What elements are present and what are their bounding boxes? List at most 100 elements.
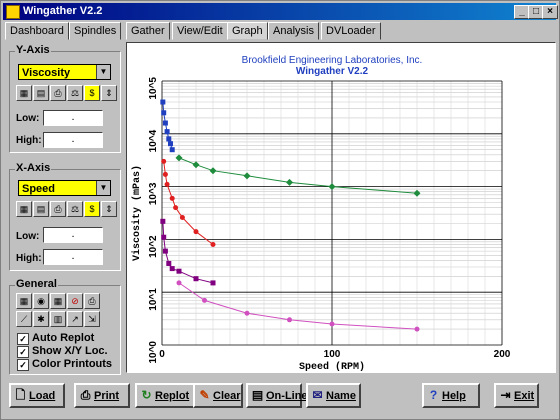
trend-icon[interactable]: ↗	[67, 311, 83, 327]
tab-spindles[interactable]: Spindles	[69, 22, 122, 40]
scale-icon[interactable]: ⚖	[67, 201, 83, 217]
title-bar: Wingather V2.2 _ □ ×	[3, 3, 558, 20]
general-label: General	[15, 278, 58, 290]
x-tick-label: 100	[324, 349, 341, 360]
show-xy-loc-checkbox[interactable]: ✓ Show X/Y Loc.	[17, 345, 108, 358]
table-icon[interactable]: ▤	[33, 85, 49, 101]
clear-button[interactable]: ✎ Clear	[193, 383, 243, 408]
exit-button[interactable]: ⇥ Exit	[494, 383, 539, 408]
load-button[interactable]: 🗋 Load	[9, 383, 65, 408]
on-line-button[interactable]: ▤ On-Line	[246, 383, 308, 408]
data-point	[164, 181, 170, 187]
y-axis-toolbar: ▦ ▤ ⎙ ⚖ $ ⇕	[16, 85, 117, 101]
question-icon: ?	[429, 388, 438, 402]
y-tick-label: 10^4	[148, 129, 159, 152]
check-icon: ✓	[17, 359, 29, 371]
auto-replot-checkbox[interactable]: ✓ Auto Replot	[17, 332, 94, 345]
y-tick-label: 10^5	[148, 77, 159, 100]
tab-analysis[interactable]: Analysis	[268, 22, 319, 40]
data-point	[210, 280, 216, 286]
tab-dashboard[interactable]: Dashboard	[5, 22, 69, 40]
general-toolbar-row1: ▦ ◉ ▦ ⊘ ⎙	[16, 293, 100, 309]
color-wheel-icon[interactable]: ◉	[33, 293, 49, 309]
spinner-icon[interactable]: ⇕	[101, 85, 117, 101]
y-tick-label: 10^2	[148, 235, 159, 258]
close-button[interactable]: ×	[542, 5, 558, 19]
y-tick-label: 10^3	[148, 182, 159, 205]
viscosity-chart[interactable]: 0 100 200 10^0 10^1 10^2 10^3 10^4 10^5 Brookfiel…	[127, 43, 555, 373]
replot-button[interactable]: ↻ Replot	[135, 383, 195, 408]
document-icon: 🗋	[15, 388, 26, 402]
print-button[interactable]: ⎙ Print	[74, 383, 130, 408]
x-high-input[interactable]: .	[43, 249, 103, 265]
no-symbol-icon[interactable]: ⊘	[67, 293, 83, 309]
data-point	[414, 326, 420, 332]
grid-icon[interactable]: ▦	[16, 201, 32, 217]
chevron-down-icon: ▼	[96, 181, 110, 195]
data-point	[160, 218, 166, 224]
replot-icon: ↻	[141, 388, 152, 402]
grid-icon[interactable]: ▦	[16, 293, 32, 309]
chart-subtitle: Wingather V2.2	[296, 66, 369, 77]
general-toolbar-row2: ⟋ ✱ ▥ ↗ ⇲	[16, 311, 100, 327]
x-axis-select[interactable]: Speed ▼	[18, 180, 111, 196]
y-low-label: Low:	[16, 113, 40, 124]
data-point	[202, 297, 207, 303]
x-low-input[interactable]: .	[43, 227, 103, 243]
x-low-label: Low:	[16, 231, 40, 242]
printer-icon: ⎙	[80, 388, 91, 402]
y-axis-select[interactable]: Viscosity ▼	[18, 64, 111, 80]
tag-icon: ✉	[312, 388, 323, 402]
spinner-icon[interactable]: ⇕	[101, 201, 117, 217]
table-icon[interactable]: ▤	[33, 201, 49, 217]
data-point	[193, 229, 199, 235]
line-chart-icon[interactable]: ⟋	[16, 311, 32, 327]
chart-icon: ▤	[251, 388, 264, 402]
app-icon	[6, 5, 20, 19]
help-button[interactable]: ? Help	[422, 383, 480, 408]
data-point	[166, 136, 172, 142]
tab-graph[interactable]: Graph	[227, 22, 268, 40]
data-point	[287, 317, 292, 323]
tab-view-edit[interactable]: View/Edit	[172, 22, 228, 40]
grid-icon[interactable]: ▦	[16, 85, 32, 101]
name-button[interactable]: ✉ Name	[306, 383, 361, 408]
printer-icon[interactable]: ⎙	[50, 85, 66, 101]
tab-gather[interactable]: Gather	[126, 22, 170, 40]
x-tick-label: 200	[494, 349, 511, 360]
data-point	[162, 171, 168, 177]
plot-frame: 0 100 200 10^0 10^1 10^2 10^3 10^4 10^5 Brookfiel…	[126, 42, 556, 373]
chevron-down-icon: ▼	[96, 65, 110, 79]
y-axis-title: Viscosity (mPas)	[131, 165, 143, 261]
check-icon: ✓	[17, 333, 29, 345]
export-icon[interactable]: ⇲	[84, 311, 100, 327]
tab-dvloader[interactable]: DVLoader	[321, 22, 381, 40]
data-point	[179, 214, 185, 220]
y-tick-label: 10^0	[148, 341, 159, 364]
window-title: Wingather V2.2	[23, 5, 103, 17]
x-axis-label: X-Axis	[15, 162, 52, 174]
data-point	[161, 234, 167, 240]
grid-lines-icon[interactable]: ▦	[50, 293, 66, 309]
y-axis-label: Y-Axis	[15, 44, 51, 56]
data-point	[166, 260, 172, 266]
x-axis-title: Speed (RPM)	[299, 361, 365, 372]
log-scale-icon[interactable]: $	[84, 201, 100, 217]
chart-icon[interactable]: ▥	[50, 311, 66, 327]
scale-icon[interactable]: ⚖	[67, 85, 83, 101]
color-printouts-checkbox[interactable]: ✓ Color Printouts	[17, 358, 112, 371]
log-scale-icon[interactable]: $	[84, 85, 100, 101]
data-point	[244, 310, 250, 316]
marker-icon[interactable]: ✱	[33, 311, 49, 327]
printer-icon[interactable]: ⎙	[50, 201, 66, 217]
y-high-input[interactable]: .	[43, 132, 103, 148]
y-low-input[interactable]: .	[43, 110, 103, 126]
y-tick-label: 10^1	[148, 288, 159, 311]
data-point	[164, 129, 170, 135]
x-tick-label: 0	[159, 349, 165, 360]
data-point	[329, 321, 335, 327]
data-point	[169, 266, 175, 272]
printer-icon[interactable]: ⎙	[84, 293, 100, 309]
data-point	[160, 99, 166, 105]
x-axis-toolbar: ▦ ▤ ⎙ ⚖ $ ⇕	[16, 201, 117, 217]
